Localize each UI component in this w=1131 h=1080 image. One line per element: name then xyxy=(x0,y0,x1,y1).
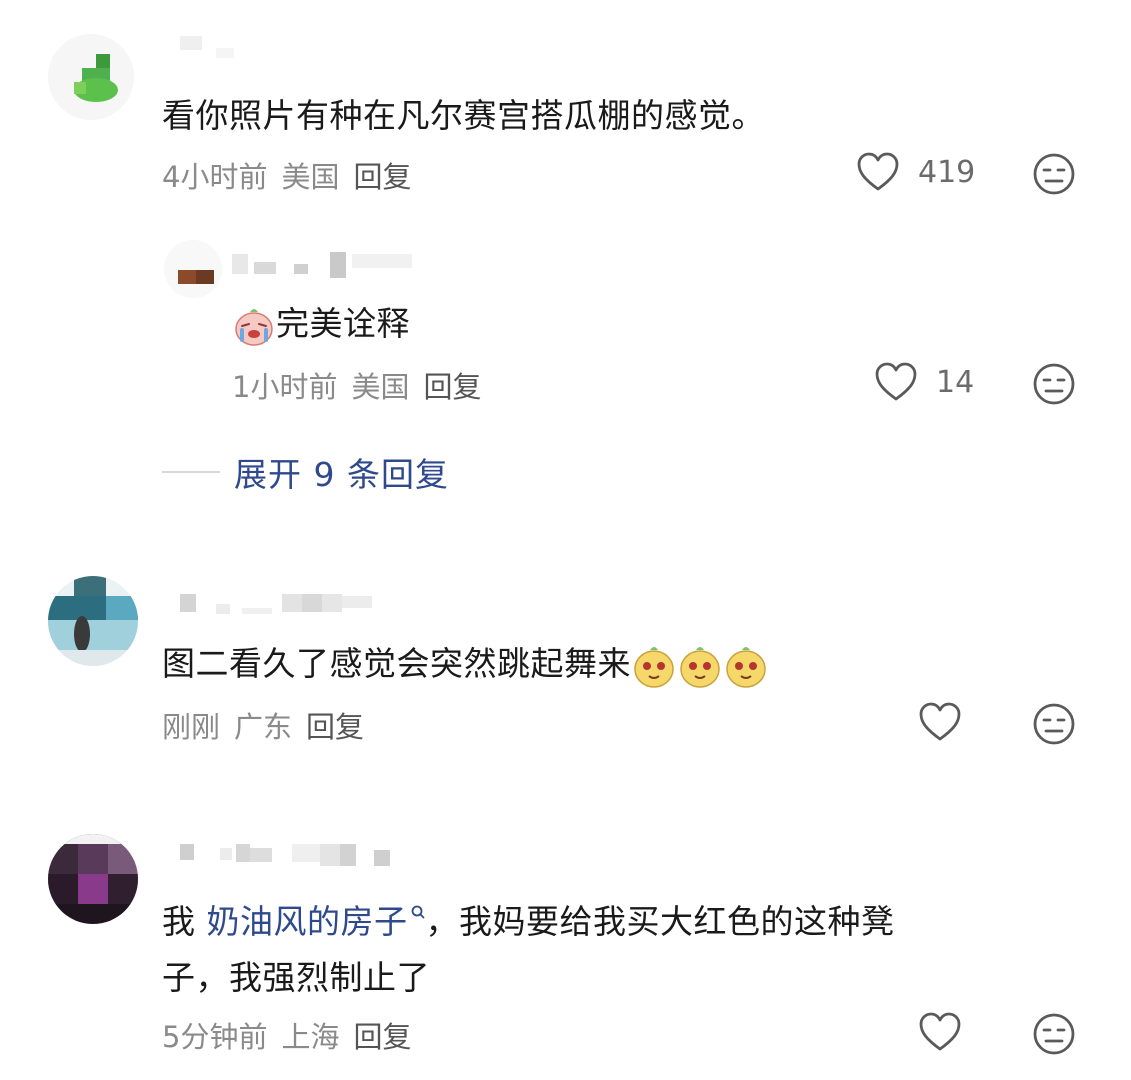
username-blurred[interactable] xyxy=(180,844,390,866)
heart-outline-icon xyxy=(919,1012,961,1051)
comment-text-content: ，我妈要给我买大红色的这种凳 xyxy=(425,902,895,941)
username-blurred[interactable] xyxy=(232,252,412,278)
reply-button[interactable]: 回复 xyxy=(306,704,364,746)
comment-text-content: 图二看久了感觉会突然跳起舞来 xyxy=(162,644,631,683)
username-blurred[interactable] xyxy=(180,36,234,58)
comment-time: 刚刚 xyxy=(162,710,221,744)
like-button[interactable] xyxy=(918,702,962,742)
comment-text-content: 我 xyxy=(162,902,207,941)
neutral-face-icon xyxy=(1033,153,1075,195)
comment-meta: 4小时前 美国 回复 xyxy=(162,154,411,196)
comment-text: 我 奶油风的房子 ，我妈要给我买大红色的这种凳 子，我强烈制止了 xyxy=(162,894,1062,1006)
heart-outline-icon xyxy=(875,362,917,401)
like-count: 14 xyxy=(936,364,975,400)
comment-time: 5分钟前 xyxy=(162,1020,268,1054)
comment-location: 美国 xyxy=(281,160,340,194)
expand-replies-button[interactable]: 展开 9 条回复 xyxy=(162,448,449,496)
comment-text: 图二看久了感觉会突然跳起舞来 xyxy=(162,636,769,692)
search-link-text: 奶油风的房子 xyxy=(206,902,408,941)
avatar[interactable] xyxy=(164,240,222,298)
comment-text: 看你照片有种在凡尔赛宫搭瓜棚的感觉。 xyxy=(162,96,765,135)
divider-line xyxy=(162,471,220,473)
comment-location: 上海 xyxy=(281,1020,340,1054)
crying-face-emoji xyxy=(235,308,273,346)
neutral-face-icon xyxy=(1033,363,1075,405)
comment-meta: 刚刚 广东 回复 xyxy=(162,704,364,746)
avatar[interactable] xyxy=(48,576,138,666)
comment-meta: 5分钟前 上海 回复 xyxy=(162,1014,411,1056)
dislike-button[interactable] xyxy=(1032,152,1076,200)
like-button[interactable]: 14 xyxy=(874,362,974,402)
username-blurred[interactable] xyxy=(180,594,372,616)
heart-outline-icon xyxy=(919,702,961,741)
dislike-button[interactable] xyxy=(1032,702,1076,750)
like-button[interactable] xyxy=(918,1012,962,1052)
like-button[interactable]: 419 xyxy=(856,152,975,192)
reply-button[interactable]: 回复 xyxy=(353,1014,411,1056)
comment-location: 美国 xyxy=(351,370,410,404)
comment-meta: 1小时前 美国 回复 xyxy=(232,364,481,406)
heart-outline-icon xyxy=(857,152,899,191)
avatar[interactable] xyxy=(48,34,134,120)
reply-button[interactable]: 回复 xyxy=(353,154,411,196)
reply-button[interactable]: 回复 xyxy=(423,364,481,406)
neutral-face-icon xyxy=(1033,1013,1075,1055)
dancing-blob-emoji xyxy=(634,646,766,688)
neutral-face-icon xyxy=(1033,703,1075,745)
comment-time: 1小时前 xyxy=(232,370,338,404)
search-icon xyxy=(411,905,424,919)
comment-text-content: 完美诠释 xyxy=(276,304,410,343)
avatar[interactable] xyxy=(48,834,138,924)
comment-time: 4小时前 xyxy=(162,160,268,194)
avatar-image xyxy=(48,34,134,120)
expand-replies-label: 展开 9 条回复 xyxy=(234,455,449,494)
comment-location: 广东 xyxy=(234,710,293,744)
like-count: 419 xyxy=(918,154,976,190)
avatar-image xyxy=(164,240,222,298)
avatar-image xyxy=(48,834,138,924)
comment-text-content: 子，我强烈制止了 xyxy=(162,958,430,997)
search-link[interactable]: 奶油风的房子 xyxy=(207,902,426,941)
dislike-button[interactable] xyxy=(1032,362,1076,410)
dislike-button[interactable] xyxy=(1032,1012,1076,1060)
comment-text: 完美诠释 xyxy=(232,296,410,352)
avatar-image xyxy=(48,576,138,666)
